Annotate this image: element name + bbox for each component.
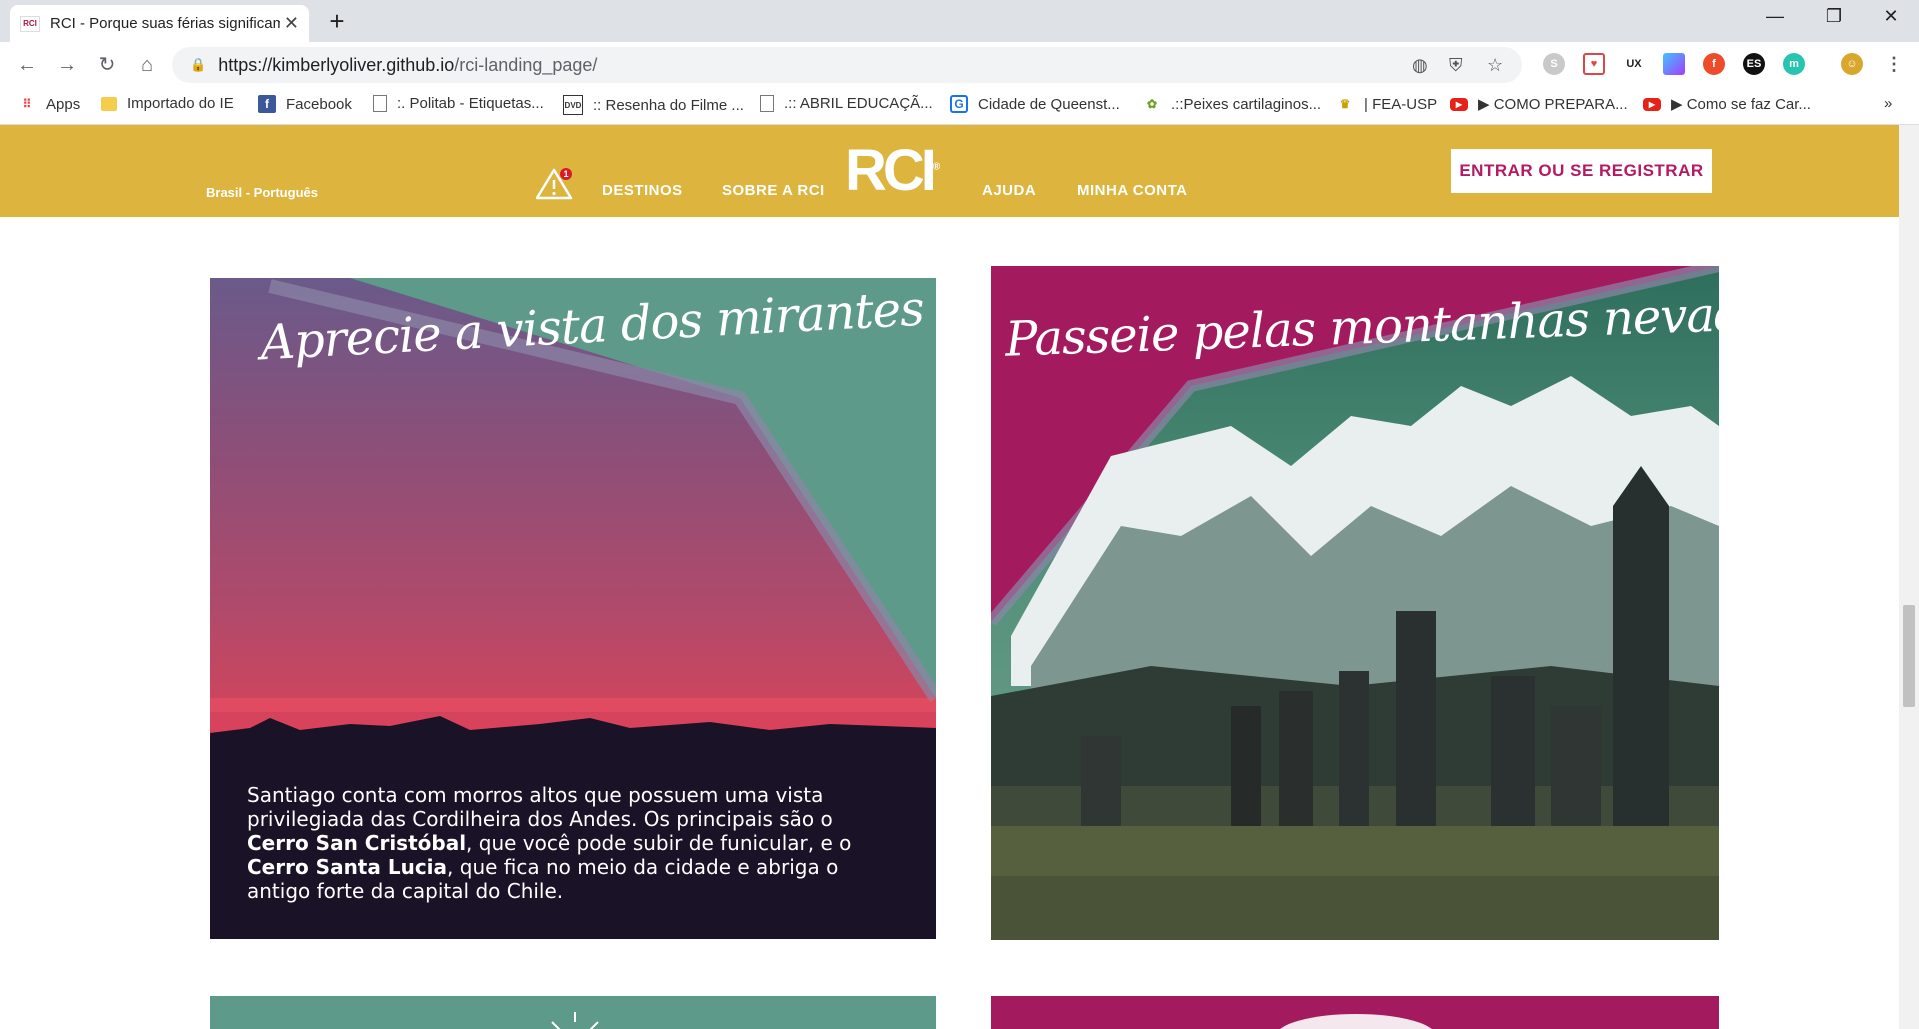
back-arrow-icon[interactable]: ← xyxy=(13,51,41,79)
page-icon xyxy=(760,95,774,112)
bookmark-apps[interactable]: ⠿ Apps xyxy=(18,95,81,113)
card-next-magenta xyxy=(991,996,1719,1029)
text-part: , que você pode subir de funicular, e o xyxy=(466,831,852,855)
ux-icon[interactable]: UX xyxy=(1623,53,1645,75)
scrollbar-thumb[interactable] xyxy=(1903,605,1915,707)
url-host: https://kimberlyoliver.github.io xyxy=(218,54,455,75)
lock-icon: 🔒 xyxy=(190,57,207,72)
text-part: Santiago conta com morros altos que poss… xyxy=(247,783,833,831)
bookmark-star-icon[interactable]: ☆ xyxy=(1487,55,1503,76)
pocket-icon[interactable]: ♥ xyxy=(1583,53,1605,75)
fish-icon: ✿ xyxy=(1146,97,1158,111)
bookmarks-bar: ⠿ Apps Importado do IE f Facebook :. Pol… xyxy=(0,88,1919,125)
close-tab-icon[interactable]: ✕ xyxy=(284,13,299,34)
bookmark-label: ▶ COMO PREPARA... xyxy=(1478,96,1628,113)
bookmark-label: Apps xyxy=(46,95,81,113)
fea-icon: ♛ xyxy=(1339,97,1351,111)
url-text: https://kimberlyoliver.github.io/rci-lan… xyxy=(218,55,597,76)
bookmark-label: Cidade de Queenst... xyxy=(978,95,1120,113)
bookmark-label: ▶ Como se faz Car... xyxy=(1671,96,1811,113)
sun-illustration xyxy=(551,1012,599,1029)
close-window-icon[interactable]: ✕ xyxy=(1876,6,1906,27)
login-register-button[interactable]: ENTRAR OU SE REGISTRAR xyxy=(1451,149,1712,193)
browser-menu-icon[interactable]: ⋮ xyxy=(1883,53,1905,75)
page-viewport: Brasil - Português 1 DESTINOS SOBRE A RC… xyxy=(0,125,1899,1029)
bookmark-label: Facebook xyxy=(286,95,352,113)
gradient-icon[interactable] xyxy=(1663,53,1685,75)
bookmark-como-se-faz[interactable]: ▶ ▶ Como se faz Car... xyxy=(1643,95,1811,113)
home-icon[interactable]: ⌂ xyxy=(133,51,161,79)
bookmark-facebook[interactable]: f Facebook xyxy=(258,95,352,113)
shield-icon[interactable]: ⛨ xyxy=(1449,55,1463,76)
youtube-icon: ▶ xyxy=(1643,97,1661,111)
folder-icon xyxy=(101,96,117,111)
apps-grid-icon: ⠿ xyxy=(22,97,32,111)
tab-title: RCI - Porque suas férias significam xyxy=(50,15,280,32)
bookmark-queenst[interactable]: G Cidade de Queenst... xyxy=(950,95,1120,113)
bookmark-label: Importado do IE xyxy=(127,95,234,112)
circle-illustration xyxy=(1280,1014,1432,1029)
page-icon xyxy=(373,95,387,112)
card-next-teal xyxy=(210,996,936,1029)
card-description: Santiago conta com morros altos que poss… xyxy=(247,783,857,903)
rci-favicon-icon: RCI xyxy=(20,15,40,32)
address-bar[interactable]: 🔒 https://kimberlyoliver.github.io/rci-l… xyxy=(172,47,1522,83)
site-header: Brasil - Português 1 DESTINOS SOBRE A RC… xyxy=(0,125,1899,217)
browser-tab-active[interactable]: RCI RCI - Porque suas férias significam … xyxy=(10,5,309,42)
reload-icon[interactable]: ↻ xyxy=(93,51,121,79)
bookmark-label: | FEA-USP xyxy=(1364,95,1438,113)
mountain-city-photo xyxy=(991,266,1719,940)
alert-count: 1 xyxy=(563,169,568,179)
nav-destinos[interactable]: DESTINOS xyxy=(602,182,683,199)
bookmark-peixes[interactable]: ✿ .::Peixes cartilaginos... xyxy=(1143,95,1321,113)
restore-window-icon[interactable]: ❐ xyxy=(1819,6,1849,27)
bookmark-label: .:: ABRIL EDUCAÇÃ... xyxy=(784,95,933,112)
nav-minha-conta[interactable]: MINHA CONTA xyxy=(1077,182,1188,199)
rci-logo[interactable]: RCI® xyxy=(845,137,940,204)
bookmark-label: :. Politab - Etiquetas... xyxy=(397,95,544,112)
es-icon[interactable]: ES xyxy=(1743,53,1765,75)
browser-tabstrip: RCI RCI - Porque suas férias significam … xyxy=(0,0,1919,42)
bookmark-como-prepara[interactable]: ▶ ▶ COMO PREPARA... xyxy=(1450,95,1628,113)
bookmark-politab[interactable]: :. Politab - Etiquetas... xyxy=(373,95,544,112)
red-extension-icon[interactable]: f xyxy=(1703,53,1725,75)
card-mirantes: Aprecie a vista dos mirantes Santiago co… xyxy=(210,278,936,939)
language-selector[interactable]: Brasil - Português xyxy=(206,185,318,200)
nav-sobre-a-rci[interactable]: SOBRE A RCI xyxy=(722,182,825,199)
g-icon: G xyxy=(950,95,968,113)
translate-icon[interactable]: ◍ xyxy=(1412,55,1428,76)
place-name: Cerro San Cristóbal xyxy=(247,831,467,855)
film-icon: DVD xyxy=(563,95,583,115)
skype-icon[interactable]: S xyxy=(1543,53,1565,75)
page-scrollbar[interactable] xyxy=(1899,125,1919,1029)
more-bookmarks-icon[interactable]: » xyxy=(1884,95,1892,112)
teal-extension-icon[interactable]: m xyxy=(1783,53,1805,75)
place-name: Cerro Santa Lucia xyxy=(247,855,448,879)
nav-ajuda[interactable]: AJUDA xyxy=(982,182,1036,199)
bookmark-resenha[interactable]: DVD :: Resenha do Filme ... xyxy=(563,95,744,115)
card-montanhas: Passeie pelas montanhas nevadas xyxy=(991,266,1719,940)
youtube-icon: ▶ xyxy=(1450,97,1468,111)
registered-mark: ® xyxy=(932,161,941,173)
new-tab-button[interactable]: + xyxy=(318,6,356,38)
bookmark-label: .::Peixes cartilaginos... xyxy=(1171,95,1322,113)
minimize-window-icon[interactable]: — xyxy=(1760,6,1790,27)
bookmark-importado[interactable]: Importado do IE xyxy=(101,95,234,112)
bookmark-abril[interactable]: .:: ABRIL EDUCAÇÃ... xyxy=(760,95,933,112)
profile-avatar[interactable]: ☺ xyxy=(1841,53,1863,75)
bookmark-fea[interactable]: ♛ | FEA-USP xyxy=(1336,95,1437,113)
bookmark-label: :: Resenha do Filme ... xyxy=(593,96,744,114)
url-path: /rci-landing_page/ xyxy=(454,54,598,75)
alert-icon[interactable]: 1 xyxy=(536,167,576,201)
logo-text: RCI xyxy=(845,138,937,203)
facebook-icon: f xyxy=(258,95,276,113)
forward-arrow-icon[interactable]: → xyxy=(53,51,81,79)
